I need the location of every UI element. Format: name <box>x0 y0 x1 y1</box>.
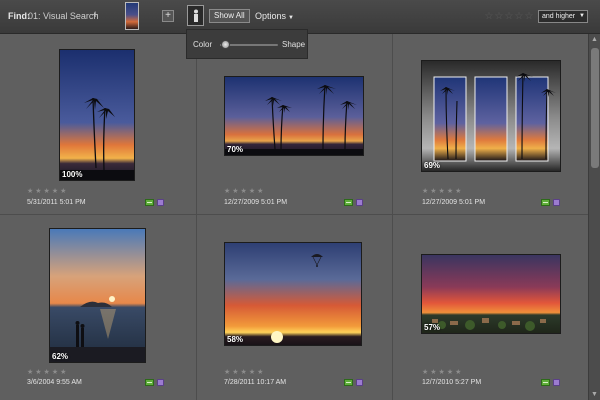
result-photo[interactable]: 69% <box>421 60 561 172</box>
rating-filter-value: and higher <box>542 13 576 20</box>
beach-sunset-image <box>50 229 145 362</box>
result-photo[interactable]: 57% <box>421 254 561 334</box>
photo-date: 3/6/2004 9:55 AM <box>27 379 82 386</box>
tag-icon[interactable] <box>541 199 550 206</box>
options-label: Options <box>255 11 287 21</box>
result-cell[interactable]: 70% ★★★★★ 12/27/2009 5:01 PM <box>196 34 392 214</box>
result-cell[interactable]: 58% 7/28/2011 10:17 AM <box>196 214 392 394</box>
star-icon[interactable]: ☆ <box>484 11 494 22</box>
parasail-sunset-image <box>225 243 361 345</box>
photo-date: 5/31/2011 5:01 PM <box>27 199 86 206</box>
result-photo[interactable]: 70% <box>224 76 364 156</box>
palm-sunset-image <box>225 77 363 155</box>
rating-stars[interactable]: ★★★★★ <box>27 187 68 195</box>
results-grid: 100% ★★★★★ 5/31/2011 5:01 PM 70% ★★★★★ 1… <box>0 34 588 400</box>
result-photo[interactable]: 62% <box>49 228 146 363</box>
rating-stars[interactable]: ★★★★★ <box>422 368 463 376</box>
add-sample-button[interactable]: + <box>162 10 174 22</box>
palm-sunset-image <box>60 50 134 180</box>
tag-icon[interactable] <box>344 379 353 386</box>
match-percentage: 70% <box>227 145 244 154</box>
tag-icon[interactable] <box>541 379 550 386</box>
add-search-icon[interactable]: + <box>92 9 98 21</box>
tag-icon[interactable] <box>145 379 154 386</box>
star-icon[interactable]: ☆ <box>494 11 504 22</box>
result-photo[interactable]: 58% <box>224 242 362 346</box>
people-tag-icon[interactable] <box>553 199 560 206</box>
match-percentage: 62% <box>52 352 69 361</box>
rating-stars[interactable]: ★★★★★ <box>224 368 265 376</box>
color-shape-slider-knob[interactable] <box>221 40 231 49</box>
photo-date: 12/27/2009 5:01 PM <box>422 199 486 206</box>
town-sunset-image <box>422 255 560 333</box>
match-percentage: 57% <box>424 323 441 332</box>
rating-stars[interactable]: ★★★★★ <box>422 187 463 195</box>
figure-icon <box>194 9 198 22</box>
find-label: Find: <box>8 11 30 21</box>
result-cell[interactable]: 57% 12/7/2010 5:27 PM <box>392 214 588 394</box>
scroll-down-icon[interactable]: ▼ <box>591 391 598 398</box>
photo-date: 12/7/2010 5:27 PM <box>422 379 482 386</box>
star-icon[interactable]: ☆ <box>524 11 534 22</box>
tag-icon[interactable] <box>344 199 353 206</box>
color-label: Color <box>193 40 213 49</box>
find-query: 01: Visual Search <box>28 11 99 21</box>
shape-label: Shape <box>282 40 306 49</box>
people-tag-icon[interactable] <box>553 379 560 386</box>
photo-date: 12/27/2009 5:01 PM <box>224 199 288 206</box>
photo-date: 7/28/2011 10:17 AM <box>224 379 287 386</box>
rating-filter-stars: ☆☆☆☆☆ <box>484 11 534 22</box>
vertical-scrollbar[interactable]: ▲ ▼ <box>588 34 600 400</box>
match-percentage: 69% <box>424 161 441 170</box>
rating-stars[interactable]: ★★★★★ <box>27 368 68 376</box>
result-cell[interactable]: 69% ★★★★★ 12/27/2009 5:01 PM <box>392 34 588 214</box>
palm-sunset-triptych-image <box>422 61 560 171</box>
scrollbar-thumb[interactable] <box>591 48 599 168</box>
result-cell[interactable]: 62% 3/6/2004 9:55 AM <box>0 214 196 394</box>
match-percentage: 58% <box>227 335 244 344</box>
search-sample-thumbnail[interactable] <box>125 2 139 30</box>
people-tag-icon[interactable] <box>157 379 164 386</box>
color-shape-popup: Color Shape <box>186 29 308 59</box>
people-tag-icon[interactable] <box>356 379 363 386</box>
color-shape-toggle-button[interactable] <box>187 5 204 26</box>
star-icon[interactable]: ☆ <box>504 11 514 22</box>
rating-stars[interactable]: ★★★★★ <box>224 187 265 195</box>
match-percentage: 100% <box>62 170 83 179</box>
result-photo[interactable]: 100% <box>59 49 135 181</box>
rating-filter-select[interactable]: and higher ▼ <box>538 10 588 23</box>
people-tag-icon[interactable] <box>157 199 164 206</box>
chevron-down-icon: ▼ <box>579 13 585 19</box>
chevron-down-icon: ▼ <box>288 15 294 21</box>
result-cell[interactable]: 100% ★★★★★ 5/31/2011 5:01 PM <box>0 34 196 214</box>
tag-icon[interactable] <box>145 199 154 206</box>
scroll-up-icon[interactable]: ▲ <box>591 36 598 43</box>
star-icon[interactable]: ☆ <box>514 11 524 22</box>
people-tag-icon[interactable] <box>356 199 363 206</box>
options-menu[interactable]: Options ▼ <box>255 11 294 21</box>
show-all-button[interactable]: Show All <box>209 9 250 23</box>
